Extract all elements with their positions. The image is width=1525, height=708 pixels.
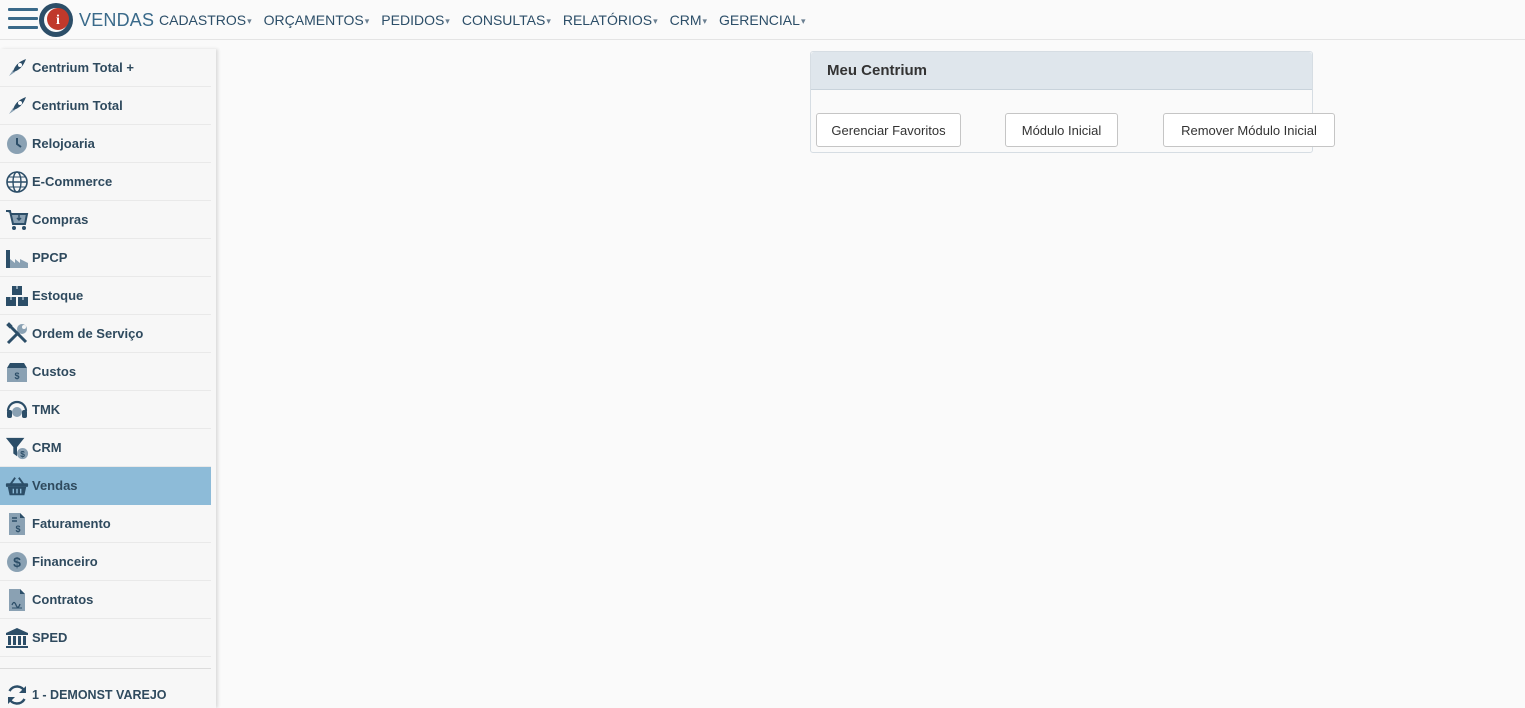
sidebar-item-sped[interactable]: SPED <box>0 619 211 657</box>
chevron-down-icon: ▾ <box>546 16 551 26</box>
sidebar-item-label: Centrium Total <box>32 98 123 113</box>
clock-icon <box>5 132 29 156</box>
tools-icon <box>5 321 29 346</box>
sidebar: Centrium Total + Centrium Total Relojoar… <box>0 49 216 708</box>
sidebar-item-estoque[interactable]: Estoque <box>0 277 211 315</box>
chevron-down-icon: ▾ <box>247 16 252 26</box>
nav-gerencial[interactable]: GERENCIAL▾ <box>719 12 805 28</box>
sidebar-item-contratos[interactable]: Contratos <box>0 581 211 619</box>
sidebar-item-crm[interactable]: $ CRM <box>0 429 211 467</box>
sidebar-item-label: Ordem de Serviço <box>32 326 144 341</box>
sidebar-item-ordem-de-servico[interactable]: Ordem de Serviço <box>0 315 211 353</box>
sidebar-item-financeiro[interactable]: $ Financeiro <box>0 543 211 581</box>
modulo-inicial-button[interactable]: Módulo Inicial <box>1005 113 1118 147</box>
app-title: VENDAS <box>79 10 155 30</box>
sidebar-item-tmk[interactable]: TMK <box>0 391 211 429</box>
logo-icon: i <box>39 3 73 37</box>
contract-icon <box>5 588 29 612</box>
funnel-icon: $ <box>5 436 29 460</box>
sidebar-item-centrium-total[interactable]: Centrium Total <box>0 87 211 125</box>
sidebar-item-ecommerce[interactable]: E-Commerce <box>0 163 211 201</box>
panel-title: Meu Centrium <box>811 52 1312 90</box>
chevron-down-icon: ▾ <box>800 16 806 26</box>
rocket-icon <box>5 94 29 118</box>
sidebar-item-label: Faturamento <box>32 516 111 531</box>
gerenciar-favoritos-button[interactable]: Gerenciar Favoritos <box>816 113 961 147</box>
sidebar-divider <box>0 668 211 669</box>
nav-orcamentos[interactable]: ORÇAMENTOS▾ <box>264 12 370 28</box>
svg-text:$: $ <box>14 371 19 381</box>
sidebar-item-label: TMK <box>32 402 61 417</box>
sidebar-item-relojoaria[interactable]: Relojoaria <box>0 125 211 163</box>
menu-icon[interactable] <box>8 8 38 34</box>
factory-icon <box>5 246 29 270</box>
basket-icon <box>5 474 29 498</box>
headset-icon <box>5 398 29 422</box>
top-nav: CADASTROS▾ ORÇAMENTOS▾ PEDIDOS▾ CONSULTA… <box>159 12 817 28</box>
sidebar-item-label: Estoque <box>32 288 84 303</box>
sidebar-item-vendas[interactable]: Vendas <box>0 467 211 505</box>
sidebar-item-ppcp[interactable]: PPCP <box>0 239 211 277</box>
globe-icon <box>5 170 29 194</box>
sidebar-item-compras[interactable]: Compras <box>0 201 211 239</box>
sidebar-item-label: PPCP <box>32 250 68 265</box>
nav-crm[interactable]: CRM▾ <box>670 12 707 28</box>
sidebar-item-label: Centrium Total + <box>32 60 134 75</box>
top-bar: i VENDAS CADASTROS▾ ORÇAMENTOS▾ PEDIDOS▾… <box>0 0 1525 40</box>
sidebar-item-label: Compras <box>32 212 89 227</box>
sidebar-item-centrium-total-plus[interactable]: Centrium Total + <box>0 49 211 87</box>
invoice-icon: $ <box>5 512 29 536</box>
sidebar-item-faturamento[interactable]: $ Faturamento <box>0 505 211 543</box>
nav-pedidos[interactable]: PEDIDOS▾ <box>381 12 450 28</box>
nav-consultas[interactable]: CONSULTAS▾ <box>462 12 551 28</box>
bank-icon <box>5 626 29 650</box>
sidebar-item-label: Contratos <box>32 592 94 607</box>
sidebar-item-label: E-Commerce <box>32 174 113 189</box>
rocket-icon <box>5 56 29 80</box>
chevron-down-icon: ▾ <box>445 16 450 26</box>
svg-text:$: $ <box>13 554 21 570</box>
sidebar-item-label: Custos <box>32 364 77 379</box>
refresh-icon <box>5 683 29 707</box>
sidebar-item-label: CRM <box>32 440 62 455</box>
company-label: 1 - DEMONST VAREJO <box>32 688 167 702</box>
boxes-icon <box>5 284 29 308</box>
sidebar-item-label: Relojoaria <box>32 136 95 151</box>
chevron-down-icon: ▾ <box>364 16 370 26</box>
money-box-icon: $ <box>5 360 29 384</box>
svg-text:$: $ <box>15 524 20 534</box>
svg-text:$: $ <box>20 449 25 459</box>
remover-modulo-inicial-button[interactable]: Remover Módulo Inicial <box>1163 113 1335 147</box>
nav-cadastros[interactable]: CADASTROS▾ <box>159 12 252 28</box>
dollar-icon: $ <box>5 550 29 574</box>
company-switcher[interactable]: 1 - DEMONST VAREJO <box>0 682 211 708</box>
chevron-down-icon: ▾ <box>653 16 658 26</box>
sidebar-item-label: Financeiro <box>32 554 98 569</box>
sidebar-item-label: SPED <box>32 630 68 645</box>
chevron-down-icon: ▾ <box>702 16 708 26</box>
nav-relatorios[interactable]: RELATÓRIOS▾ <box>563 12 658 28</box>
svg-text:i: i <box>56 13 60 28</box>
sidebar-item-label: Vendas <box>32 478 78 493</box>
meu-centrium-panel: Meu Centrium Gerenciar Favoritos Módulo … <box>810 51 1335 153</box>
cart-icon <box>5 208 29 232</box>
sidebar-item-custos[interactable]: $ Custos <box>0 353 211 391</box>
